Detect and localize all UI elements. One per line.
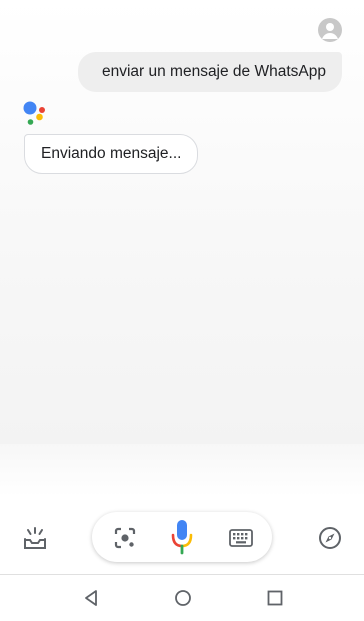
circle-home-icon[interactable] bbox=[172, 587, 194, 609]
triangle-back-icon[interactable] bbox=[80, 587, 102, 609]
square-recents-icon[interactable] bbox=[264, 587, 286, 609]
keyboard-icon[interactable] bbox=[224, 526, 258, 550]
system-navigation-bar bbox=[0, 574, 364, 621]
user-message-bubble: enviar un mensaje de WhatsApp bbox=[78, 52, 342, 92]
microphone-icon[interactable] bbox=[166, 518, 198, 556]
snapshot-tray-icon[interactable] bbox=[18, 524, 52, 554]
assistant-reply-bubble: Enviando mensaje... bbox=[24, 134, 199, 174]
account-circle-icon[interactable] bbox=[318, 18, 342, 42]
compass-icon[interactable] bbox=[316, 524, 344, 552]
google-lens-icon[interactable] bbox=[110, 524, 140, 552]
assistant-reply-text: Enviando mensaje... bbox=[41, 145, 182, 162]
google-assistant-dots-icon bbox=[22, 100, 48, 126]
user-message-text: enviar un mensaje de WhatsApp bbox=[101, 63, 326, 80]
